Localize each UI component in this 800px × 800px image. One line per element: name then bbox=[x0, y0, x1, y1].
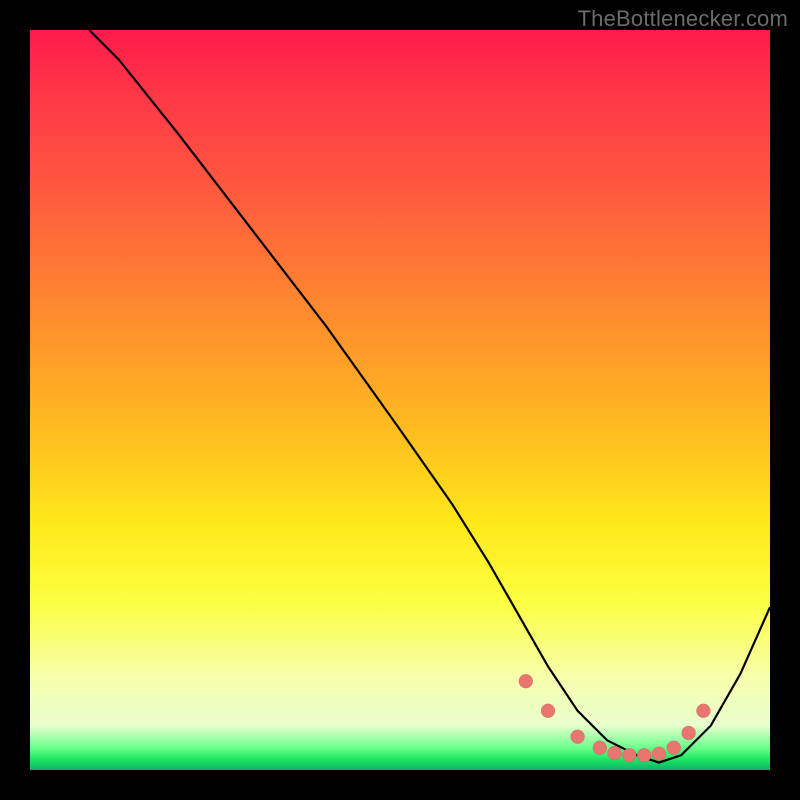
watermark-text: TheBottlenecker.com bbox=[578, 6, 788, 32]
marker-dot bbox=[608, 746, 622, 760]
marker-dot bbox=[622, 748, 636, 762]
marker-dot bbox=[696, 704, 710, 718]
bottleneck-curve bbox=[89, 30, 770, 763]
marker-dot bbox=[682, 726, 696, 740]
marker-dot bbox=[593, 741, 607, 755]
marker-dot bbox=[637, 748, 651, 762]
marker-group bbox=[519, 674, 711, 762]
marker-dot bbox=[541, 704, 555, 718]
chart-frame: TheBottlenecker.com bbox=[0, 0, 800, 800]
marker-dot bbox=[571, 730, 585, 744]
chart-overlay bbox=[30, 30, 770, 770]
marker-dot bbox=[519, 674, 533, 688]
marker-dot bbox=[667, 741, 681, 755]
marker-dot bbox=[652, 747, 666, 761]
plot-area bbox=[30, 30, 770, 770]
